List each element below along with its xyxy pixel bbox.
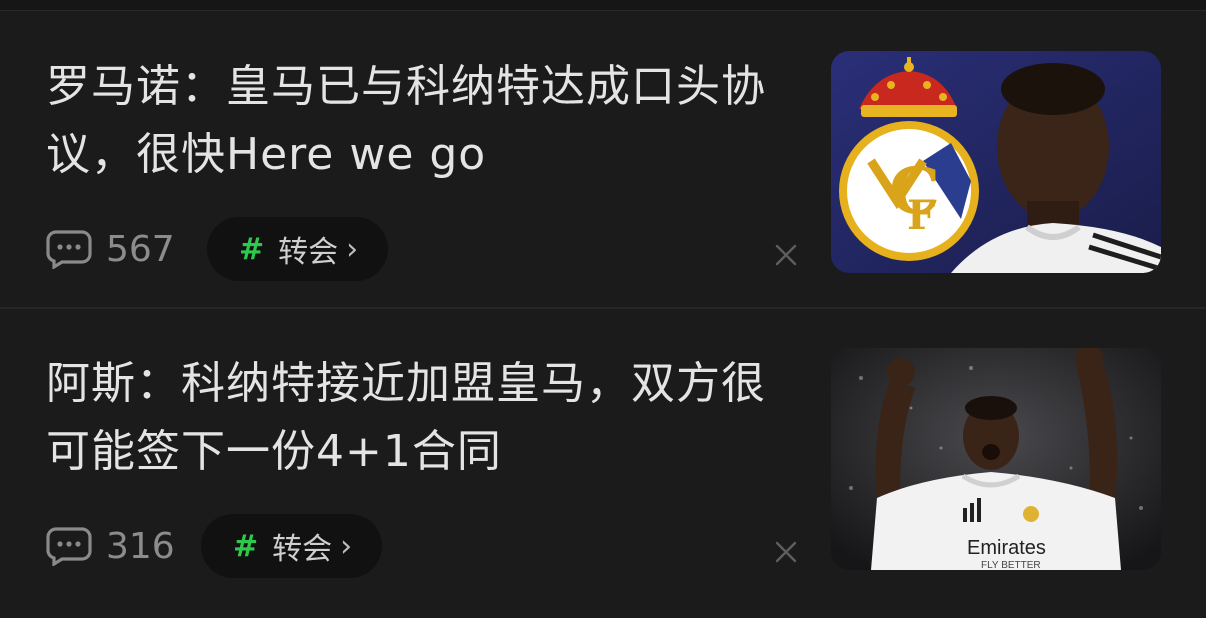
topic-tag-label: 转会 (278, 235, 339, 270)
hashtag-icon: # (233, 528, 259, 564)
comment-bubble-icon (46, 527, 92, 566)
news-headline[interactable]: 罗马诺：皇马已与科纳特达成口头协议，很快Here we go (46, 53, 776, 189)
jersey-sponsor-text: Emirates (967, 537, 1046, 559)
topic-tag-transfer[interactable]: # 转会 › (201, 514, 383, 578)
news-meta: 316 # 转会 › (46, 514, 806, 578)
close-icon[interactable] (772, 241, 800, 269)
chevron-right-icon: › (346, 231, 359, 267)
news-card[interactable]: 阿斯：科纳特接近加盟皇马，双方很可能签下一份4+1合同 316 # 转会 › E… (0, 308, 1206, 605)
top-divider (0, 0, 1206, 11)
hashtag-icon: # (239, 231, 265, 267)
comment-count: 316 (106, 525, 175, 567)
image-real-madrid-crest-player: C F (831, 51, 1161, 273)
comment-count-group[interactable]: 316 (46, 524, 175, 568)
jersey-sponsor-subtext: FLY BETTER (981, 560, 1041, 570)
news-thumbnail[interactable]: C F (831, 51, 1161, 273)
topic-tag-label: 转会 (272, 532, 333, 567)
news-card[interactable]: 罗马诺：皇马已与科纳特达成口头协议，很快Here we go 567 # 转会 … (0, 11, 1206, 309)
comment-bubble-icon (46, 230, 92, 269)
svg-text:F: F (907, 192, 935, 239)
comment-count-group[interactable]: 567 (46, 227, 175, 271)
topic-tag-transfer[interactable]: # 转会 › (207, 217, 389, 281)
news-headline[interactable]: 阿斯：科纳特接近加盟皇马，双方很可能签下一份4+1合同 (46, 350, 776, 486)
news-meta: 567 # 转会 › (46, 217, 806, 281)
image-player-celebrating: Emirates FLY BETTER (831, 348, 1161, 570)
chevron-right-icon: › (340, 528, 353, 564)
close-icon[interactable] (772, 538, 800, 566)
news-thumbnail[interactable]: Emirates FLY BETTER (831, 348, 1161, 570)
comment-count: 567 (106, 228, 175, 270)
